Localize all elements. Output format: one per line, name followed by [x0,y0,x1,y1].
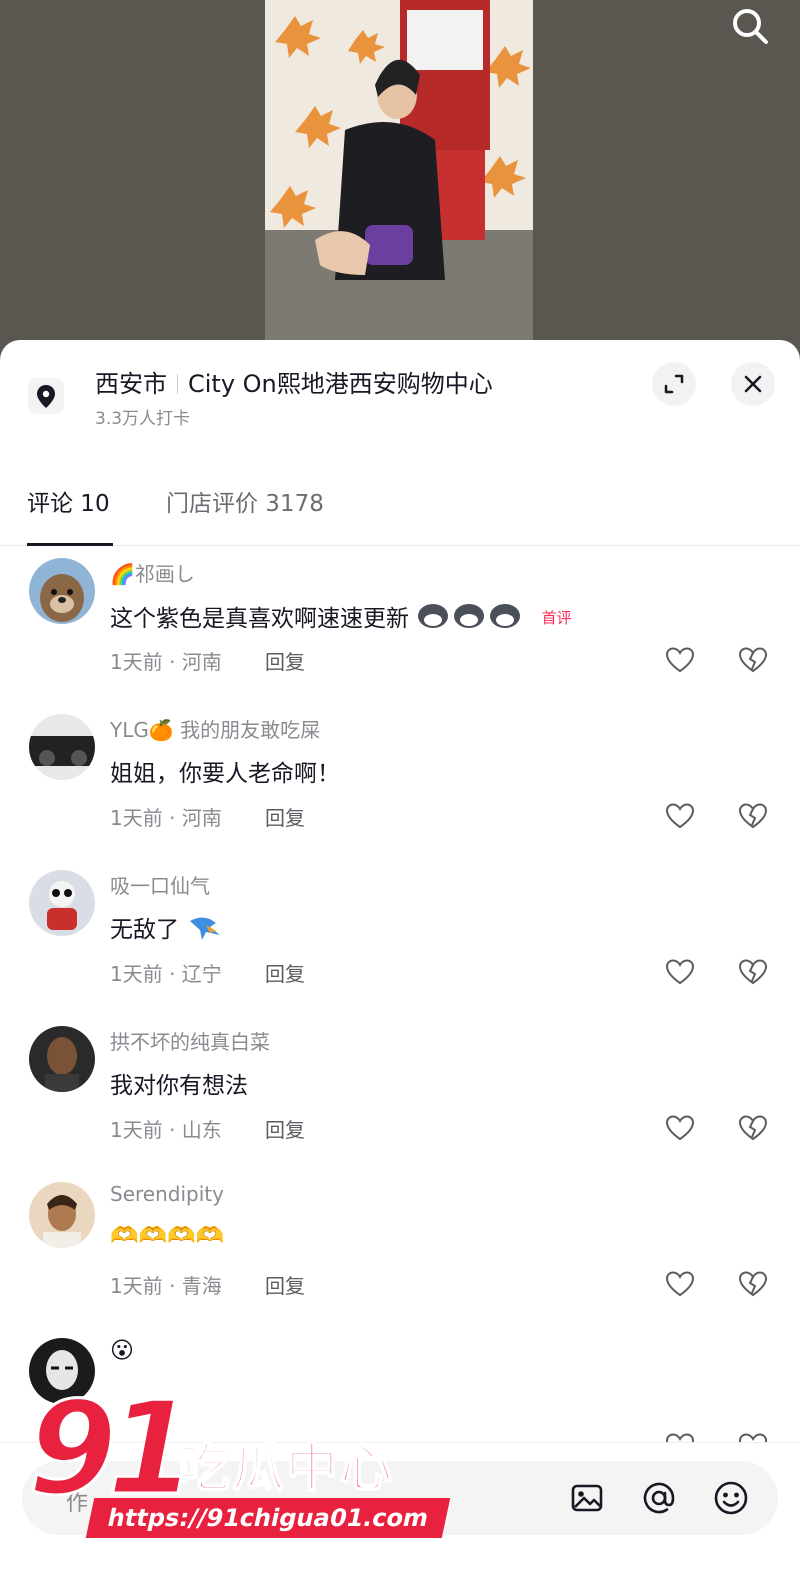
avatar[interactable] [29,714,95,780]
comment-item: 🌈祁画し 这个紫色是真喜欢啊速速更新 首评 1天前 · 河南 回复 [0,558,800,714]
video-preview[interactable] [0,0,800,360]
comment-username[interactable]: YLG🍊 我的朋友敢吃屎 [110,714,320,743]
comment-username[interactable]: 拱不坏的纯真白菜 [110,1026,270,1055]
reply-button[interactable]: 回复 [265,1114,305,1143]
broken-heart-icon[interactable] [737,800,769,832]
comment-input-bar: 作 [0,1442,800,1572]
location-place: City On熙地港西安购物中心 [188,370,493,398]
avatar[interactable] [29,1026,95,1092]
broken-heart-icon[interactable] [737,1268,769,1300]
heart-icon[interactable] [664,1112,696,1144]
checkin-count: 3.3万人打卡 [95,409,191,429]
expand-icon [664,374,684,394]
avatar[interactable] [29,1338,95,1404]
image-icon[interactable] [568,1479,606,1517]
at-icon[interactable] [640,1479,678,1517]
broken-heart-icon[interactable] [737,1430,769,1442]
first-comment-badge: 首评 [541,609,572,627]
comment-body: 🫶🫶🫶🫶 [110,1223,225,1249]
video-frame [265,0,533,345]
avatar[interactable] [29,1182,95,1248]
comment-input[interactable]: 作 [22,1461,778,1535]
location-title: 西安市 City On熙地港西安购物中心 [95,364,493,399]
broken-heart-icon[interactable] [737,1112,769,1144]
comment-meta: 1天前 · 辽宁 [110,962,222,986]
comment-body: 我对你有想法 [110,1073,248,1099]
avatar[interactable] [29,558,95,624]
comment-username[interactable]: 🌈祁画し [110,558,195,587]
avatar[interactable] [29,870,95,936]
reply-button[interactable]: 回复 [265,802,305,831]
location-pin-icon [28,378,64,414]
comment-meta: 1天前 · 河南 [110,806,222,830]
flying-sticker-icon [190,917,221,940]
close-icon [744,375,762,393]
broken-heart-icon[interactable] [737,644,769,676]
comment-meta: 1天前 · 山东 [110,1118,222,1142]
comment-meta: 1天前 · 河南 [110,650,222,674]
comment-meta: 1天前 · 青海 [110,1274,222,1298]
expand-button[interactable] [652,362,696,406]
reply-button[interactable]: 回复 [265,958,305,987]
comment-body: 姐姐，你要人老命啊！ [110,761,340,787]
heart-icon[interactable] [664,800,696,832]
emoji-icon[interactable] [712,1479,750,1517]
tab-bar: 评论 10 门店评价 3178 [0,470,800,546]
comment-item-partial: 😮 [0,1338,800,1442]
location-header[interactable]: 西安市 City On熙地港西安购物中心 3.3万人打卡 [0,340,800,440]
comment-body: 这个紫色是真喜欢啊速速更新 [110,606,409,632]
close-button[interactable] [731,362,775,406]
search-icon[interactable] [728,4,772,48]
reply-button[interactable]: 回复 [265,1270,305,1299]
location-city: 西安市 [95,370,167,398]
comment-text: 这个紫色是真喜欢啊速速更新 首评 [110,598,572,633]
heart-icon[interactable] [664,644,696,676]
comment-username[interactable]: Serendipity [110,1182,224,1206]
comment-body: 😮 [110,1338,134,1364]
active-tab-indicator [27,543,113,546]
video-thumbnail [265,0,533,345]
heart-icon[interactable] [664,956,696,988]
sticker-emoji-icon [418,604,521,628]
comment-item: YLG🍊 我的朋友敢吃屎 姐姐，你要人老命啊！ 1天前 · 河南 回复 [0,714,800,870]
reply-button[interactable]: 回复 [265,646,305,675]
heart-icon[interactable] [664,1268,696,1300]
broken-heart-icon[interactable] [737,956,769,988]
tab-store-reviews[interactable]: 门店评价 3178 [166,484,324,518]
heart-icon[interactable] [664,1430,696,1442]
title-divider [177,374,178,394]
comment-text: 无敌了 [110,910,224,944]
comment-item: 拱不坏的纯真白菜 我对你有想法 1天前 · 山东 回复 [0,1026,800,1182]
comment-body: 无敌了 [110,917,179,943]
comment-input-placeholder: 作 [66,1491,89,1516]
comment-item: 吸一口仙气 无敌了 1天前 · 辽宁 回复 [0,870,800,1026]
comment-username[interactable]: 吸一口仙气 [110,870,210,899]
tab-comments[interactable]: 评论 10 [27,484,110,518]
comment-item: Serendipity 🫶🫶🫶🫶 1天前 · 青海 回复 [0,1182,800,1338]
